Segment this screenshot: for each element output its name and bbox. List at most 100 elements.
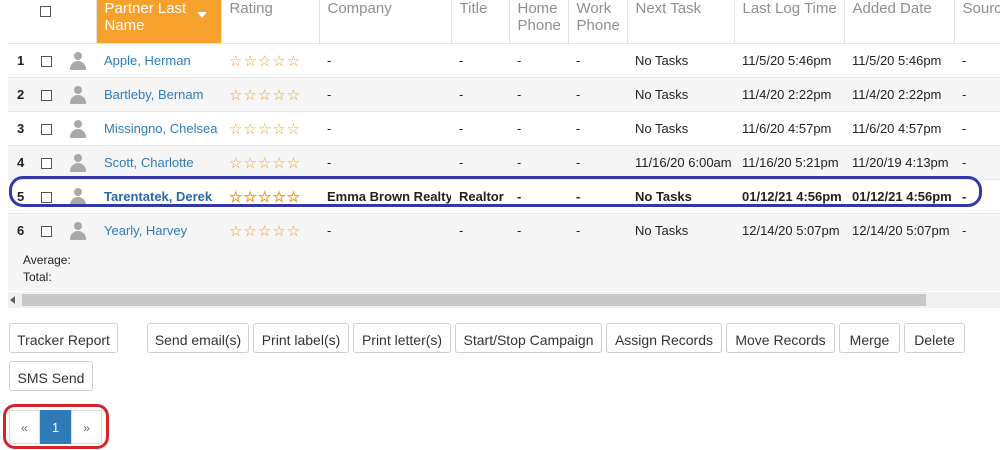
row-checkbox[interactable] bbox=[40, 226, 52, 238]
rating-cell[interactable]: ☆☆☆☆☆ bbox=[221, 145, 319, 180]
partner-name-cell[interactable]: Scott, Charlotte bbox=[96, 145, 221, 180]
partner-name-link[interactable]: Apple, Herman bbox=[104, 53, 191, 68]
pagination-page-current[interactable]: 1 bbox=[40, 410, 71, 444]
person-icon bbox=[68, 85, 88, 104]
last-log-time-cell: 12/14/20 5:07pm bbox=[734, 213, 844, 247]
star-rating-icon[interactable]: ☆☆☆☆☆ bbox=[229, 53, 301, 70]
table-row[interactable]: 1 Apple, Herman ☆☆☆☆☆ - - - - No Tasks 11/5/20 5… bbox=[8, 43, 1000, 78]
home-phone-cell: - bbox=[509, 213, 568, 247]
row-checkbox[interactable] bbox=[40, 192, 52, 204]
last-log-time-cell: 01/12/21 4:56pm bbox=[734, 179, 844, 214]
print-letters-button[interactable]: Print letter(s) bbox=[353, 323, 451, 353]
company-cell: - bbox=[319, 213, 451, 247]
select-all-checkbox[interactable] bbox=[40, 6, 51, 18]
header-work-phone-label: Work Phone bbox=[576, 0, 620, 34]
source-cell: - bbox=[954, 43, 1000, 78]
header-last-log-time[interactable]: Last Log Time bbox=[733, 0, 844, 44]
last-log-time-cell: 11/4/20 2:22pm bbox=[734, 77, 844, 112]
rating-cell[interactable]: ☆☆☆☆☆ bbox=[221, 213, 319, 247]
partner-name-link[interactable]: Scott, Charlotte bbox=[104, 155, 194, 170]
partner-name-link[interactable]: Bartleby, Bernam bbox=[104, 87, 203, 102]
row-number: 2 bbox=[8, 77, 32, 112]
partner-name-cell[interactable]: Bartleby, Bernam bbox=[96, 77, 221, 112]
table-row[interactable]: 5 Tarentatek, Derek ☆☆☆☆☆ Emma Brown Realty… bbox=[8, 179, 1000, 214]
row-select[interactable] bbox=[32, 179, 60, 214]
pagination-next[interactable]: » bbox=[71, 410, 102, 444]
star-rating-icon[interactable]: ☆☆☆☆☆ bbox=[229, 189, 301, 206]
partner-name-cell[interactable]: Yearly, Harvey bbox=[96, 213, 221, 247]
title-cell: Realtor bbox=[451, 179, 509, 214]
title-cell: - bbox=[451, 111, 509, 146]
scroll-left-icon[interactable] bbox=[10, 296, 15, 304]
company-cell: - bbox=[319, 43, 451, 78]
summary-total-row: Total: bbox=[8, 268, 1000, 291]
rating-cell[interactable]: ☆☆☆☆☆ bbox=[221, 77, 319, 112]
rating-cell[interactable]: ☆☆☆☆☆ bbox=[221, 111, 319, 146]
table-row[interactable]: 4 Scott, Charlotte ☆☆☆☆☆ - - - -11/16/20 6:00a… bbox=[8, 145, 1000, 180]
start-stop-campaign-button[interactable]: Start/Stop Campaign bbox=[455, 323, 602, 353]
row-select[interactable] bbox=[32, 77, 60, 112]
home-phone-cell: - bbox=[509, 111, 568, 146]
scrollbar-thumb[interactable] bbox=[22, 294, 926, 306]
table-row[interactable]: 6 Yearly, Harvey ☆☆☆☆☆ - - - - No Tasks 12/14/20… bbox=[8, 213, 1000, 247]
header-company[interactable]: Company bbox=[318, 0, 451, 44]
star-rating-icon[interactable]: ☆☆☆☆☆ bbox=[229, 223, 301, 240]
header-title[interactable]: Title bbox=[450, 0, 509, 44]
row-checkbox[interactable] bbox=[40, 124, 52, 136]
send-email-button[interactable]: Send email(s) bbox=[147, 323, 249, 353]
horizontal-scrollbar[interactable] bbox=[8, 292, 1000, 308]
partner-name-cell[interactable]: Apple, Herman bbox=[96, 43, 221, 78]
star-rating-icon[interactable]: ☆☆☆☆☆ bbox=[229, 87, 301, 104]
rating-cell[interactable]: ☆☆☆☆☆ bbox=[221, 43, 319, 78]
row-checkbox[interactable] bbox=[40, 158, 52, 170]
row-avatar bbox=[60, 145, 96, 180]
partner-name-cell[interactable]: Missingno, Chelsea bbox=[96, 111, 221, 146]
row-number: 5 bbox=[8, 179, 32, 214]
pagination-prev[interactable]: « bbox=[9, 410, 40, 444]
header-work-phone[interactable]: Work Phone bbox=[567, 0, 627, 44]
person-icon bbox=[68, 187, 88, 206]
partner-name-link[interactable]: Missingno, Chelsea bbox=[104, 121, 217, 136]
table-row[interactable]: 3 Missingno, Chelsea ☆☆☆☆☆ - - - - No Tasks 11/6… bbox=[8, 111, 1000, 146]
header-partner-last-name[interactable]: Partner Last Name bbox=[95, 0, 221, 44]
row-checkbox[interactable] bbox=[40, 56, 52, 68]
header-added-date[interactable]: Added Date bbox=[843, 0, 954, 44]
print-labels-button[interactable]: Print label(s) bbox=[253, 323, 349, 353]
row-checkbox[interactable] bbox=[40, 90, 52, 102]
source-cell: - bbox=[954, 77, 1000, 112]
source-cell: - bbox=[954, 145, 1000, 180]
source-cell: - bbox=[954, 213, 1000, 247]
work-phone-cell: - bbox=[568, 145, 627, 180]
delete-button[interactable]: Delete bbox=[904, 323, 965, 353]
partner-name-link[interactable]: Tarentatek, Derek bbox=[104, 189, 212, 204]
table-row[interactable]: 2 Bartleby, Bernam ☆☆☆☆☆ - - - - No Tasks 11/4/2… bbox=[8, 77, 1000, 112]
star-rating-icon[interactable]: ☆☆☆☆☆ bbox=[229, 155, 301, 172]
tracker-report-button[interactable]: Tracker Report bbox=[9, 323, 118, 353]
header-rating[interactable]: Rating bbox=[220, 0, 319, 44]
partner-name-link[interactable]: Yearly, Harvey bbox=[104, 223, 187, 238]
row-select[interactable] bbox=[32, 111, 60, 146]
person-icon bbox=[68, 51, 88, 70]
move-records-button[interactable]: Move Records bbox=[726, 323, 835, 353]
row-avatar bbox=[60, 179, 96, 214]
row-select[interactable] bbox=[32, 213, 60, 247]
next-task-cell: No Tasks bbox=[627, 111, 734, 146]
header-next-task[interactable]: Next Task bbox=[626, 0, 734, 44]
last-log-time-cell: 11/16/20 5:21pm bbox=[734, 145, 844, 180]
sms-send-button[interactable]: SMS Send bbox=[9, 361, 93, 391]
rating-cell[interactable]: ☆☆☆☆☆ bbox=[221, 179, 319, 214]
added-date-cell: 12/14/20 5:07pm bbox=[844, 213, 954, 247]
header-home-phone[interactable]: Home Phone bbox=[508, 0, 568, 44]
header-source[interactable]: Source bbox=[953, 0, 1000, 44]
partner-name-cell[interactable]: Tarentatek, Derek bbox=[96, 179, 221, 214]
header-select-all[interactable] bbox=[32, 0, 60, 44]
person-icon bbox=[68, 221, 88, 240]
work-phone-cell: - bbox=[568, 213, 627, 247]
summary-average-row: Average: bbox=[8, 247, 1000, 268]
star-rating-icon[interactable]: ☆☆☆☆☆ bbox=[229, 121, 301, 138]
next-task-cell: No Tasks bbox=[627, 43, 734, 78]
assign-records-button[interactable]: Assign Records bbox=[606, 323, 722, 353]
row-select[interactable] bbox=[32, 145, 60, 180]
row-select[interactable] bbox=[32, 43, 60, 78]
merge-button[interactable]: Merge bbox=[839, 323, 900, 353]
